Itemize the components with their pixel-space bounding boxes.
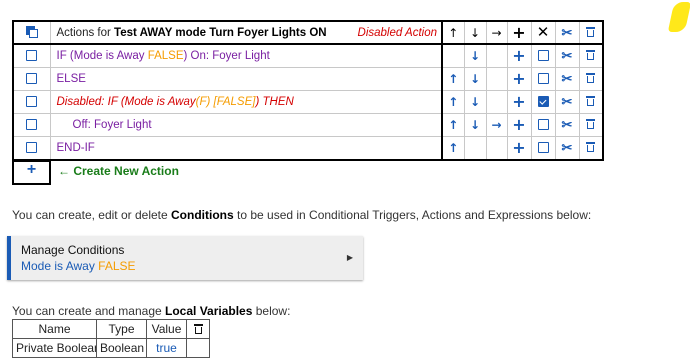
expand-caret-icon: ▶ [346, 253, 353, 262]
action-description[interactable]: Disabled: IF (Mode is Away(F) [FALSE]) T… [49, 90, 443, 114]
local-variables-table: Name Type Value Private Boolean Boolean … [12, 319, 210, 358]
scissors-icon[interactable]: ✂ [562, 25, 573, 40]
action-row[interactable]: Disabled: IF (Mode is Away(F) [FALSE]) T… [12, 90, 604, 114]
trash-icon[interactable] [193, 324, 203, 335]
variable-type: Boolean [96, 338, 147, 358]
up-arrow-icon: ↑ [448, 25, 459, 40]
disable-checkbox[interactable] [537, 50, 549, 62]
disable-checkbox[interactable] [537, 73, 549, 85]
rule-name: Test AWAY mode Turn Foyer Lights ON [114, 26, 327, 39]
variable-value: true [146, 338, 187, 358]
insert-action-icon[interactable]: + [512, 92, 525, 111]
create-new-action-label: Create New Action [73, 164, 179, 178]
trash-icon[interactable] [586, 26, 596, 38]
move-up-icon[interactable]: ↑ [448, 72, 458, 86]
move-down-icon[interactable]: ↓ [470, 118, 480, 132]
move-up-icon[interactable]: ↑ [448, 141, 458, 155]
back-arrow-icon: ← [58, 164, 70, 178]
move-up-icon[interactable]: ↑ [448, 118, 458, 132]
column-header-name: Name [12, 319, 97, 339]
create-action-add-cell[interactable]: + [12, 161, 51, 185]
select-checkbox[interactable] [26, 73, 38, 85]
indent-right-icon[interactable]: → [491, 118, 501, 132]
variable-name: Private Boolean [12, 338, 97, 358]
action-description[interactable]: ELSE [49, 67, 443, 91]
action-row[interactable]: ELSE ↑ ↓ + ✂ [12, 67, 604, 91]
add-icon: + [512, 23, 526, 42]
move-down-icon[interactable]: ↓ [470, 49, 480, 63]
actions-table: Actions for Test AWAY mode Turn Foyer Li… [12, 20, 604, 161]
action-description[interactable]: IF (Mode is Away FALSE) On: Foyer Light [49, 43, 443, 68]
local-variables-intro-text: You can create and manage Local Variable… [12, 304, 291, 318]
plus-icon[interactable]: + [27, 161, 36, 178]
action-description[interactable]: Off: Foyer Light [49, 113, 443, 137]
disable-checkbox[interactable] [537, 142, 549, 154]
move-down-icon[interactable]: ↓ [470, 95, 480, 109]
insert-action-icon[interactable]: + [512, 138, 525, 157]
copy-icon[interactable] [25, 26, 38, 39]
title-prefix: Actions for [56, 26, 115, 39]
disable-checkbox[interactable] [537, 96, 549, 108]
trash-icon[interactable] [586, 96, 596, 107]
select-checkbox[interactable] [26, 142, 38, 154]
action-row[interactable]: END-IF ↑ + ✂ [12, 136, 604, 161]
scissors-icon[interactable]: ✂ [562, 48, 573, 63]
table-row[interactable]: Private Boolean Boolean true [12, 338, 210, 358]
disable-checkbox[interactable] [537, 119, 549, 131]
insert-action-icon[interactable]: + [512, 115, 525, 134]
manage-conditions-title: Manage Conditions [21, 243, 125, 257]
trash-icon[interactable] [586, 142, 596, 153]
scissors-icon[interactable]: ✂ [562, 94, 573, 109]
action-row[interactable]: IF (Mode is Away FALSE) On: Foyer Light ↓… [12, 43, 604, 68]
trash-icon[interactable] [586, 119, 596, 130]
close-icon[interactable]: ✕ [537, 23, 550, 41]
scissors-icon[interactable]: ✂ [562, 117, 573, 132]
column-header-value: Value [146, 319, 187, 339]
action-rows: IF (Mode is Away FALSE) On: Foyer Light ↓… [12, 43, 604, 161]
create-new-action-link[interactable]: ← Create New Action [58, 164, 179, 178]
down-arrow-icon: ↓ [469, 25, 481, 40]
trash-icon[interactable] [586, 73, 596, 84]
actions-header-title: Actions for Test AWAY mode Turn Foyer Li… [49, 20, 443, 45]
select-checkbox[interactable] [26, 50, 38, 62]
action-row[interactable]: Off: Foyer Light ↑ ↓ → + ✂ [12, 113, 604, 137]
scissors-icon[interactable]: ✂ [562, 140, 573, 155]
trash-icon[interactable] [586, 50, 596, 61]
conditions-intro-text: You can create, edit or delete Condition… [12, 208, 592, 222]
column-header-type: Type [96, 319, 147, 339]
select-checkbox[interactable] [26, 119, 38, 131]
move-down-icon[interactable]: ↓ [470, 72, 480, 86]
status-label: Disabled Action [357, 26, 437, 39]
move-up-icon[interactable]: ↑ [448, 95, 458, 109]
yellow-highlight-mark [667, 2, 690, 32]
insert-action-icon[interactable]: + [512, 46, 525, 65]
condition-summary: Mode is Away FALSE [21, 259, 136, 273]
copy-icon-cell[interactable] [12, 20, 51, 45]
select-checkbox[interactable] [26, 96, 38, 108]
action-description[interactable]: END-IF [49, 136, 443, 161]
scissors-icon[interactable]: ✂ [562, 71, 573, 86]
right-arrow-icon: → [491, 25, 502, 40]
insert-action-icon[interactable]: + [512, 69, 525, 88]
manage-conditions-button[interactable]: Manage Conditions Mode is Away FALSE ▶ [7, 236, 363, 280]
